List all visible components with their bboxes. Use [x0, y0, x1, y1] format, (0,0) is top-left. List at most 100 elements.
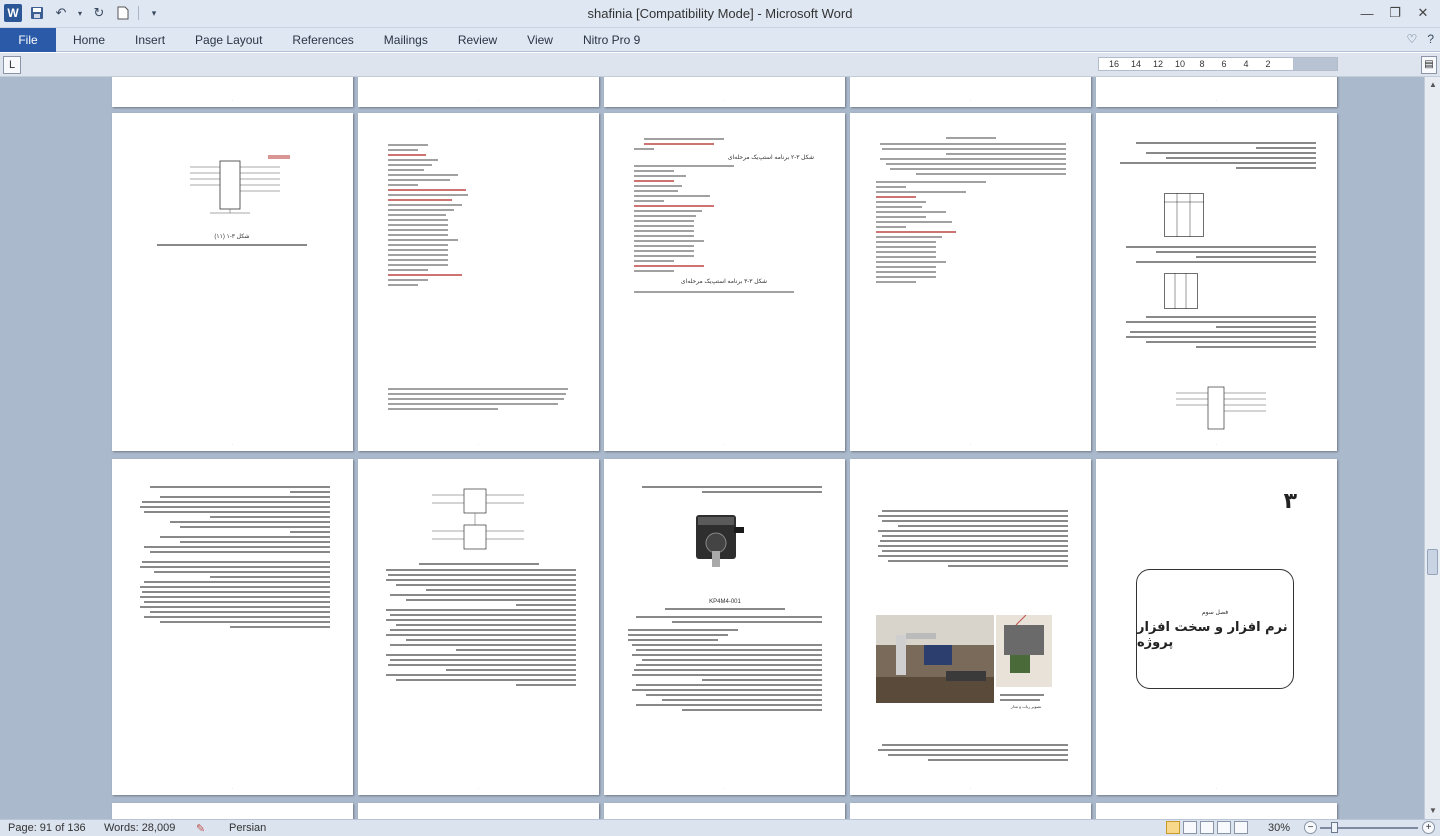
horizontal-ruler[interactable]: 16 14 12 10 8 6 4 2 2 — [1098, 57, 1338, 71]
zoom-in-icon[interactable]: + — [1422, 821, 1435, 834]
page-thumbnail[interactable] — [112, 803, 353, 819]
restore-icon[interactable]: ❐ — [1382, 3, 1408, 23]
full-screen-reading-view-icon[interactable] — [1183, 821, 1197, 834]
robot-photo — [876, 615, 994, 703]
page-thumbnail[interactable]: · — [1096, 113, 1337, 451]
page-thumbnail[interactable]: · — [112, 459, 353, 795]
stepper-motor-photo — [696, 515, 744, 567]
text-block — [382, 563, 576, 689]
page-thumbnail[interactable]: KP4M4-001 · — [604, 459, 845, 795]
ruler-tick: 4 — [1243, 59, 1249, 69]
zoom-slider-knob[interactable] — [1331, 822, 1338, 833]
view-ruler-icon[interactable]: ▤ — [1421, 56, 1437, 74]
zoom-level[interactable]: 30% — [1268, 822, 1290, 834]
scroll-thumb[interactable] — [1427, 549, 1438, 575]
truth-table — [1164, 193, 1204, 237]
outline-view-icon[interactable] — [1217, 821, 1231, 834]
text-block — [874, 507, 1068, 570]
page-thumbnail[interactable] — [1096, 803, 1337, 819]
ruler-margin — [1293, 58, 1337, 70]
page-thumbnail[interactable] — [850, 803, 1091, 819]
page-thumbnail[interactable]: · — [850, 77, 1091, 107]
page-number: · — [231, 442, 234, 447]
document-area[interactable]: · · · · · شکل ۳-۱ (۱۱) · · شکل ۳-۲ برنام… — [0, 77, 1424, 819]
figure-caption: شکل ۳-۲ برنامه استپ‌یک مرحله‌ای — [727, 155, 814, 161]
page-number: · — [969, 786, 972, 791]
status-bar: Page: 91 of 136 Words: 28,009 ✎ Persian … — [0, 819, 1440, 836]
scroll-down-icon[interactable]: ▼ — [1427, 805, 1439, 817]
page-thumbnail[interactable] — [358, 803, 599, 819]
page-count[interactable]: Page: 91 of 136 — [8, 822, 86, 834]
ruler-tick: 8 — [1199, 59, 1205, 69]
tab-home[interactable]: Home — [58, 28, 120, 52]
figure-caption: شکل ۳-۱ (۱۱) — [214, 234, 250, 240]
page-number: · — [231, 786, 234, 791]
chapter-title-box: فصل سوم نرم افزار و سخت افزار پروژه — [1136, 569, 1294, 689]
proofing-icon[interactable]: ✎ — [196, 822, 205, 835]
tab-selector-icon[interactable]: L — [3, 56, 21, 74]
tab-page-layout[interactable]: Page Layout — [180, 28, 277, 52]
tab-insert[interactable]: Insert — [120, 28, 180, 52]
text-block — [1116, 139, 1316, 172]
text-line — [157, 244, 307, 246]
page-number: · — [477, 442, 480, 447]
page-thumbnail[interactable]: · — [112, 77, 353, 107]
page-thumbnail[interactable]: شکل ۳-۲ برنامه استپ‌یک مرحله‌ای شکل ۳-۳ … — [604, 113, 845, 451]
tab-review[interactable]: Review — [443, 28, 512, 52]
figure-caption: شکل ۳-۳ برنامه استپ‌یک مرحله‌ای — [680, 279, 768, 285]
chapter-subtitle: فصل سوم — [1201, 609, 1229, 616]
page-number: · — [477, 98, 480, 103]
page-thumbnail[interactable]: · — [358, 77, 599, 107]
page-thumbnail[interactable]: · — [604, 77, 845, 107]
word-count[interactable]: Words: 28,009 — [104, 822, 175, 834]
code-listing: شکل ۳-۲ برنامه استپ‌یک مرحله‌ای شکل ۳-۳ … — [634, 135, 814, 296]
truth-table — [1164, 273, 1198, 309]
minimize-ribbon-icon[interactable]: ♡ — [1407, 32, 1418, 46]
web-layout-view-icon[interactable] — [1200, 821, 1214, 834]
page-thumbnail[interactable]: · — [358, 459, 599, 795]
page-number: · — [1215, 442, 1218, 447]
schematic-figure — [190, 155, 290, 214]
ruler-row: L 16 14 12 10 8 6 4 2 2 ▤ — [0, 53, 1440, 77]
text-block — [140, 483, 330, 631]
view-buttons — [1166, 821, 1248, 834]
tab-references[interactable]: References — [277, 28, 368, 52]
page-thumbnail[interactable]: · — [1096, 77, 1337, 107]
page-thumbnail[interactable]: ۳ فصل سوم نرم افزار و سخت افزار پروژه · — [1096, 459, 1337, 795]
page-number: · — [231, 98, 234, 103]
page-thumbnail[interactable]: شکل ۳-۱ (۱۱) · — [112, 113, 353, 451]
minimize-icon[interactable]: — — [1354, 3, 1380, 23]
page-number: · — [723, 442, 726, 447]
text-block — [876, 137, 1066, 286]
page-number: · — [969, 98, 972, 103]
tab-view[interactable]: View — [512, 28, 568, 52]
page-thumbnail[interactable] — [604, 803, 845, 819]
language-indicator[interactable]: Persian — [229, 822, 266, 834]
page-thumbnail[interactable]: تصویر ربات و مدار · — [850, 459, 1091, 795]
help-icon[interactable]: ? — [1427, 32, 1434, 46]
schematic-figure — [1176, 386, 1266, 430]
tab-file[interactable]: File — [0, 28, 56, 52]
chapter-number: ۳ — [1283, 489, 1297, 514]
figure-caption: KP4M4-001 — [709, 599, 741, 605]
ribbon-right-controls: ♡ ? — [1407, 32, 1434, 46]
ruler-tick: 16 — [1108, 59, 1119, 69]
ruler-tick: 6 — [1221, 59, 1227, 69]
print-layout-view-icon[interactable] — [1166, 821, 1180, 834]
page-number: · — [1215, 786, 1218, 791]
tab-mailings[interactable]: Mailings — [369, 28, 443, 52]
window-title: shafinia [Compatibility Mode] - Microsof… — [587, 6, 853, 21]
ruler-tick: 14 — [1130, 59, 1141, 69]
scroll-up-icon[interactable]: ▲ — [1427, 79, 1439, 91]
ruler-tick: 10 — [1174, 59, 1185, 69]
draft-view-icon[interactable] — [1234, 821, 1248, 834]
close-icon[interactable]: ✕ — [1410, 3, 1436, 23]
tab-nitro-pro[interactable]: Nitro Pro 9 — [568, 28, 655, 52]
page-thumbnail[interactable]: · — [850, 113, 1091, 451]
zoom-out-icon[interactable]: − — [1304, 821, 1317, 834]
page-number: · — [723, 786, 726, 791]
vertical-scrollbar[interactable]: ▲ ▼ — [1424, 77, 1440, 819]
page-thumbnail[interactable]: · — [358, 113, 599, 451]
ruler-tick: 2 — [1265, 59, 1271, 69]
page-number: · — [969, 442, 972, 447]
